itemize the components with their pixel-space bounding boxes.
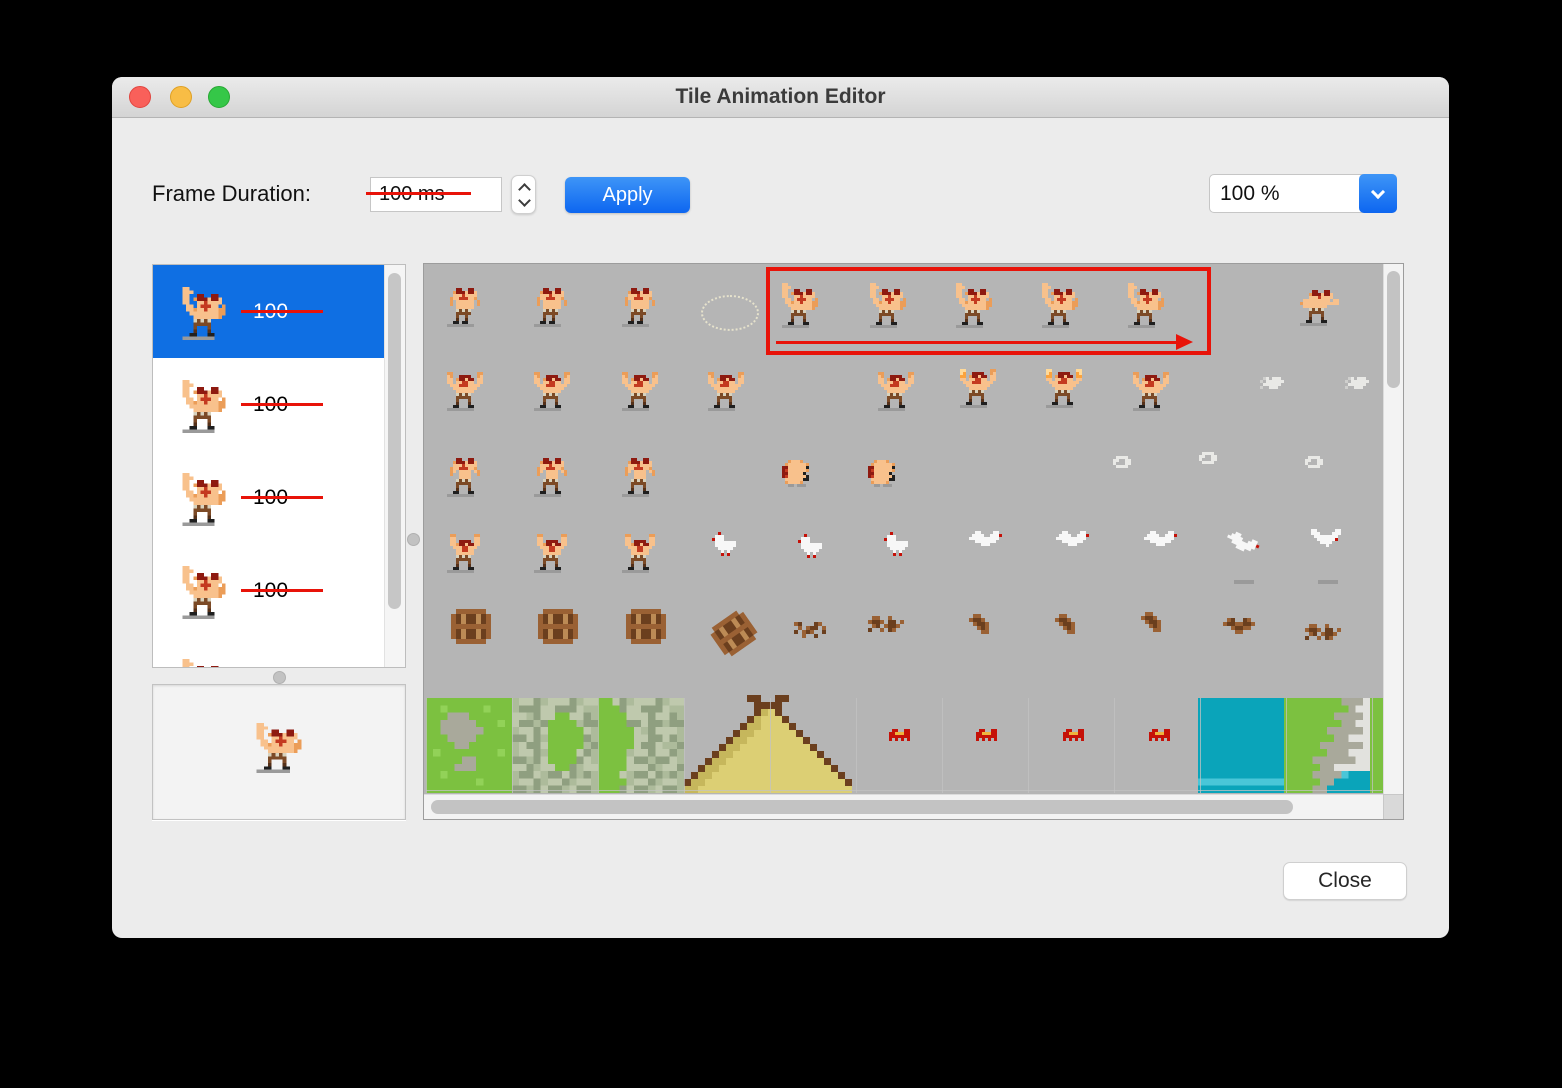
grid-line [1286, 698, 1287, 793]
grid-line [1372, 698, 1373, 793]
animation-preview-sprite [253, 723, 305, 773]
grid-line [770, 698, 771, 793]
grid-line [1028, 698, 1029, 793]
stepper-down-icon[interactable] [518, 194, 531, 207]
frame-list-item[interactable]: 100 [153, 265, 385, 358]
frame-list-item[interactable] [153, 637, 385, 667]
zoom-level-value: 100 % [1220, 182, 1280, 205]
tile-animation-editor-window: Tile Animation Editor Frame Duration: Ap… [112, 77, 1449, 938]
zoom-level-combobox[interactable]: 100 % [1209, 174, 1397, 213]
duration-strikethrough-annotation [241, 496, 323, 499]
frame-list-items: 100 100 100 100 [153, 265, 405, 667]
frame-list-scrollbar-thumb[interactable] [388, 273, 401, 609]
frame-thumbnail-sprite [179, 566, 229, 619]
tileset-view[interactable] [423, 263, 1404, 820]
grid-line [856, 698, 857, 793]
duration-strikethrough-annotation [241, 589, 323, 592]
chevron-down-icon [1370, 184, 1386, 200]
grid-line [942, 698, 943, 793]
grid-line [598, 698, 599, 793]
frame-list-item[interactable]: 100 [153, 358, 385, 451]
zoom-dropdown-button[interactable] [1359, 174, 1397, 213]
window-title: Tile Animation Editor [675, 85, 886, 108]
grid-line [426, 698, 427, 793]
title-bar[interactable]: Tile Animation Editor [112, 77, 1449, 118]
frame-list-item[interactable]: 100 [153, 544, 385, 637]
grid-line [1200, 698, 1201, 793]
frame-thumbnail-sprite [179, 287, 229, 340]
grid-line [684, 698, 685, 793]
horizontal-splitter-handle[interactable] [273, 671, 286, 684]
frame-thumbnail-sprite [179, 473, 229, 526]
grid-line [426, 790, 1382, 791]
grid-line [512, 698, 513, 793]
apply-button[interactable]: Apply [565, 177, 690, 213]
duration-strikethrough-annotation [241, 310, 323, 313]
frame-list-item[interactable]: 100 [153, 451, 385, 544]
grid-line [1114, 698, 1115, 793]
animation-preview [152, 684, 406, 820]
tileset-grid-lines [424, 264, 1403, 819]
frame-duration-label: Frame Duration: [152, 181, 311, 206]
frame-thumbnail-sprite [179, 659, 229, 667]
frame-thumbnail-sprite [179, 380, 229, 433]
vertical-splitter-handle[interactable] [407, 533, 420, 546]
close-button[interactable]: Close [1283, 862, 1407, 900]
frame-duration-strikethrough-annotation [366, 192, 471, 195]
frame-duration-stepper[interactable] [511, 175, 536, 214]
frame-list-scrollbar[interactable] [384, 265, 405, 667]
frame-list[interactable]: 100 100 100 100 [152, 264, 406, 668]
duration-strikethrough-annotation [241, 403, 323, 406]
